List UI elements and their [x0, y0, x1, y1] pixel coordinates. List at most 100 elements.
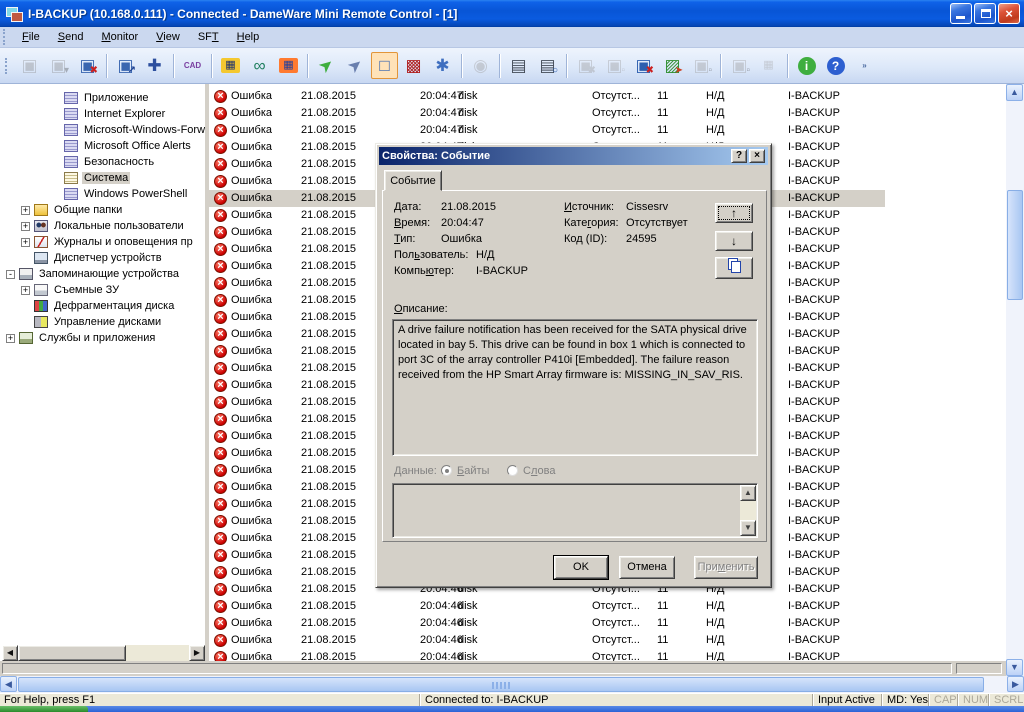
tree-item-общие-папки[interactable]: +Общие папки [21, 202, 124, 218]
copy-button[interactable] [715, 257, 753, 279]
horizontal-scroll-thumb[interactable] [18, 677, 984, 692]
scroll-left-icon[interactable]: ◀ [0, 676, 17, 692]
collapse-icon[interactable]: - [6, 270, 15, 279]
event-row[interactable]: ×Ошибка21.08.201520:04:47diskОтсутст...1… [209, 88, 1006, 105]
unlock-keyboard-button[interactable]: ▦ [755, 52, 782, 79]
expand-icon[interactable]: + [21, 206, 30, 215]
viewport-horizontal-scrollbar[interactable]: ◀ ▶ [0, 676, 1024, 693]
frame-toggle-button[interactable]: □ [371, 52, 398, 79]
pan-button[interactable]: ✚ [141, 52, 168, 79]
tree-scroll-thumb[interactable] [18, 645, 126, 661]
toolbar-gripper[interactable] [5, 58, 10, 74]
pc-install-button[interactable]: ▣▫ [688, 52, 715, 79]
date-cell: 21.08.2015 [301, 362, 356, 374]
event-row[interactable]: ×Ошибка21.08.201520:04:47diskОтсутст...1… [209, 122, 1006, 139]
connect-button[interactable]: ▣ [16, 52, 43, 79]
dialog-help-button[interactable]: ? [731, 149, 747, 163]
info-button[interactable]: i [793, 52, 820, 79]
view-only-button[interactable]: ∞ [246, 52, 273, 79]
description-box[interactable]: A drive failure notification has been re… [392, 319, 758, 456]
dialog-close-button[interactable]: × [749, 149, 765, 163]
toolbar-options-button[interactable]: » [851, 52, 878, 79]
tree-item-журналы-и-оповещения-пр[interactable]: +Журналы и оповещения пр [21, 234, 195, 250]
data-box[interactable]: ▲ ▼ [392, 483, 758, 538]
menu-monitor[interactable]: Monitor [92, 29, 147, 45]
tree-item-службы-и-приложения[interactable]: +Службы и приложения [6, 330, 157, 346]
apply-button[interactable]: Применить [694, 556, 758, 579]
pc-x-icon-overlay: ✖ [588, 66, 596, 76]
hot-keyboard-button[interactable]: ▦ [275, 52, 302, 79]
lock-keyboard-button[interactable]: ▦ [217, 52, 244, 79]
event-row[interactable]: ×Ошибка21.08.201520:04:46diskОтсутст...1… [209, 615, 1006, 632]
restore-button[interactable] [974, 3, 996, 24]
previous-event-button[interactable]: ↑ [715, 203, 753, 223]
menubar-gripper[interactable] [3, 29, 8, 45]
tree-item-запоминающие-устройства[interactable]: -Запоминающие устройства [6, 266, 181, 282]
expand-icon[interactable]: + [21, 286, 30, 295]
computer-cell: I-BACKUP [788, 277, 840, 289]
scroll-right-icon[interactable]: ▶ [1007, 676, 1024, 692]
data-box-scrollbar[interactable]: ▲ ▼ [740, 485, 756, 536]
local-cursor-button[interactable]: ➤ [342, 52, 369, 79]
scroll-down-icon[interactable]: ▼ [1006, 659, 1023, 676]
words-radio[interactable] [507, 465, 518, 476]
remote-screen-button[interactable]: ▣↗ [112, 52, 139, 79]
web-button[interactable]: ◉ [467, 52, 494, 79]
menu-send[interactable]: Send [49, 29, 93, 45]
event-row[interactable]: ×Ошибка21.08.201520:04:46diskОтсутст...1… [209, 632, 1006, 649]
print-button[interactable]: ▤ [505, 52, 532, 79]
menu-sft[interactable]: SFT [189, 29, 228, 45]
cascade-windows-button[interactable]: ▣▫ [726, 52, 753, 79]
ctrl-alt-del-button[interactable]: CAD [179, 52, 206, 79]
option-grid-button[interactable]: ▩ [400, 52, 427, 79]
tree-item-internet-explorer[interactable]: Internet Explorer [51, 106, 167, 122]
tree-item-диспетчер-устройств[interactable]: Диспетчер устройств [21, 250, 164, 266]
event-row[interactable]: ×Ошибка21.08.201520:04:46diskОтсутст...1… [209, 598, 1006, 615]
tree-item-приложение[interactable]: Приложение [51, 90, 151, 106]
time-cell: 20:04:46 [420, 651, 463, 661]
start-button[interactable] [0, 706, 88, 712]
scroll-down-icon[interactable]: ▼ [740, 520, 756, 536]
event-row[interactable]: ×Ошибка21.08.201520:04:47diskОтсутст...1… [209, 105, 1006, 122]
tree-item-microsoft-windows-forw[interactable]: Microsoft-Windows-Forw [51, 122, 205, 138]
close-button[interactable]: × [998, 3, 1020, 24]
menu-view[interactable]: View [147, 29, 189, 45]
cancel-button[interactable]: Отмена [619, 556, 675, 579]
file-transfer-button[interactable]: ▨➤ [659, 52, 686, 79]
pc-stack-button[interactable]: ▣▫ [601, 52, 628, 79]
tree-item-дефрагментация-диска[interactable]: Дефрагментация диска [21, 298, 176, 314]
tree-item-windows-powershell[interactable]: Windows PowerShell [51, 186, 189, 202]
next-event-button[interactable]: ↓ [715, 231, 753, 251]
tree-item-локальные-пользователи[interactable]: +Локальные пользователи [21, 218, 186, 234]
tree-item-microsoft-office-alerts[interactable]: Microsoft Office Alerts [51, 138, 193, 154]
settings-button[interactable]: ✱ [429, 52, 456, 79]
tree-item-съемные-зу[interactable]: +Съемные ЗУ [21, 282, 121, 298]
help-button[interactable]: ? [822, 52, 849, 79]
menu-file[interactable]: File [13, 29, 49, 45]
expand-icon[interactable]: + [21, 222, 30, 231]
vertical-scroll-thumb[interactable] [1007, 190, 1023, 300]
scroll-up-icon[interactable]: ▲ [740, 485, 756, 501]
print-preview-button[interactable]: ▤○ [534, 52, 561, 79]
tab-event[interactable]: Событие [384, 170, 442, 191]
disconnect-button[interactable]: ▣✖ [74, 52, 101, 79]
expand-icon[interactable]: + [21, 238, 30, 247]
tree-item-управление-дисками[interactable]: Управление дисками [21, 314, 163, 330]
scroll-up-icon[interactable]: ▲ [1006, 84, 1023, 101]
viewport-vertical-scrollbar[interactable]: ▲ ▼ [1006, 84, 1024, 676]
tree-horizontal-scrollbar[interactable]: ◀ ▶ [2, 645, 205, 661]
menu-help[interactable]: Help [228, 29, 269, 45]
remote-cursor-button[interactable]: ➤ [313, 52, 340, 79]
ok-button[interactable]: OK [554, 556, 608, 579]
tree-item-безопасность[interactable]: Безопасность [51, 154, 156, 170]
event-row[interactable]: ×Ошибка21.08.201520:04:46diskОтсутст...1… [209, 649, 1006, 661]
pc-refresh-remove-button[interactable]: ▣✖ [630, 52, 657, 79]
tree-item-система[interactable]: Система [51, 170, 130, 186]
bytes-radio[interactable] [441, 465, 452, 476]
minimize-button[interactable] [950, 3, 972, 24]
expand-icon[interactable]: + [6, 334, 15, 343]
link-broken-button[interactable]: ▣✖ [572, 52, 599, 79]
reconnect-button[interactable]: ▣▾ [45, 52, 72, 79]
scroll-left-icon[interactable]: ◀ [2, 645, 18, 661]
scroll-right-icon[interactable]: ▶ [189, 645, 205, 661]
